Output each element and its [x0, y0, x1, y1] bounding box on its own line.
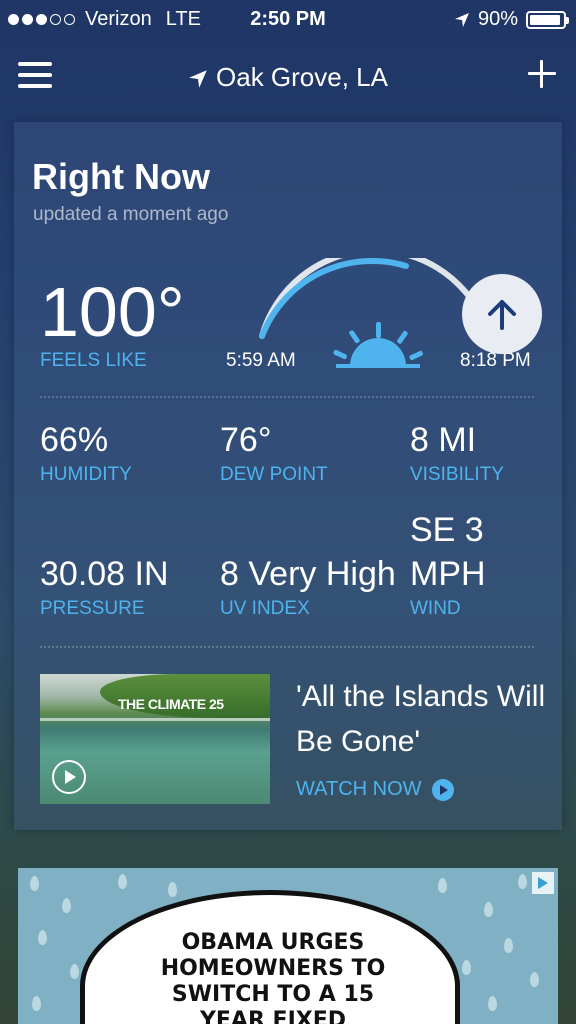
battery-icon: [526, 10, 569, 29]
sunrise-time: 5:59 AM: [226, 350, 296, 371]
video-thumbnail[interactable]: THE CLIMATE 25: [40, 674, 270, 804]
divider: [40, 396, 534, 398]
stat-value: 8 MI: [410, 421, 477, 459]
humidity-stat: 66% HUMIDITY: [40, 418, 132, 486]
wind-stat: SE 3 MPH WIND: [410, 508, 530, 620]
stat-label: DEW POINT: [220, 464, 328, 485]
divider: [40, 646, 534, 648]
video-title[interactable]: 'All the Islands Will Be Gone': [296, 674, 546, 764]
stat-label: WIND: [410, 598, 461, 619]
stat-label: UV INDEX: [220, 598, 310, 619]
location-arrow-icon: [189, 70, 207, 88]
watch-now-link[interactable]: WATCH NOW: [296, 778, 454, 801]
play-circle-icon: [431, 778, 454, 801]
stat-value: 8 Very High: [220, 555, 396, 593]
stat-value: 30.08 IN: [40, 555, 169, 593]
updated-text: updated a moment ago: [33, 204, 229, 225]
status-right: 90%: [454, 8, 569, 31]
dew-point-stat: 76° DEW POINT: [220, 418, 328, 486]
status-bar: Verizon LTE 2:50 PM 90%: [0, 0, 576, 40]
right-now-card: Right Now updated a moment ago 100° FEEL…: [14, 122, 562, 830]
scroll-up-button[interactable]: [462, 274, 542, 354]
temperature: 100°: [40, 273, 185, 351]
card-title: Right Now: [32, 156, 210, 197]
location-name: Oak Grove, LA: [216, 62, 388, 92]
arrow-up-icon: [488, 300, 516, 330]
watch-now-label: WATCH NOW: [296, 778, 422, 800]
play-icon[interactable]: [52, 760, 86, 794]
ad-choices-icon[interactable]: [532, 872, 554, 894]
stat-value: SE 3 MPH: [410, 511, 486, 593]
climate-logo: THE CLIMATE 25: [118, 696, 224, 712]
add-location-button[interactable]: [528, 60, 556, 88]
feels-like-label: FEELS LIKE: [40, 350, 147, 371]
stat-value: 66%: [40, 421, 109, 459]
location-services-icon: [454, 12, 469, 27]
uv-index-stat: 8 Very High UV INDEX: [220, 552, 396, 620]
stat-label: PRESSURE: [40, 598, 145, 619]
stat-value: 76°: [220, 421, 272, 459]
location-title[interactable]: Oak Grove, LA: [0, 62, 576, 93]
battery-percent: 90%: [477, 8, 518, 30]
stat-label: HUMIDITY: [40, 464, 132, 485]
ad-text: OBAMA URGES HOMEOWNERS TO SWITCH TO A 15…: [160, 930, 386, 1024]
nav-bar: Oak Grove, LA: [0, 40, 576, 116]
visibility-stat: 8 MI VISIBILITY: [410, 418, 504, 486]
thumbnail-waterline: [40, 718, 270, 721]
pressure-stat: 30.08 IN PRESSURE: [40, 552, 169, 620]
stat-label: VISIBILITY: [410, 464, 504, 485]
ad-banner[interactable]: OBAMA URGES HOMEOWNERS TO SWITCH TO A 15…: [18, 868, 558, 1024]
